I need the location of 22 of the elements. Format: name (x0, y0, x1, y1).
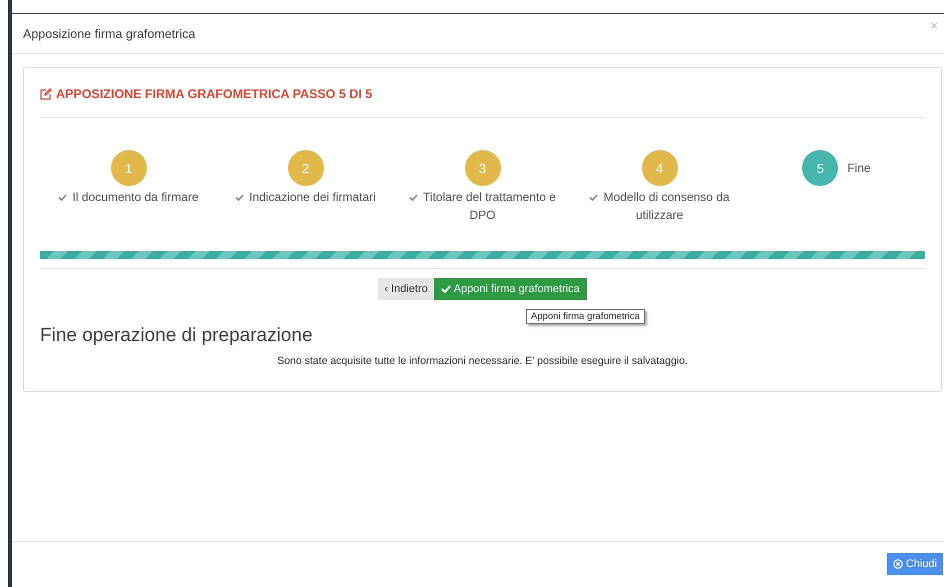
step-label: Indicazione dei firmatari (235, 188, 376, 206)
wizard-heading: APPOSIZIONE FIRMA GRAFOMETRICA PASSO 5 DI 5 (56, 86, 372, 100)
dialog-title: Apposizione firma grafometrica (23, 26, 196, 40)
step-number: 3 (464, 150, 500, 186)
back-button[interactable]: ‹ Indietro (378, 278, 434, 300)
step-label: Modello di consenso da utilizzare (586, 188, 734, 224)
check-icon (440, 285, 451, 293)
tooltip: Apponi firma grafometrica (526, 309, 645, 324)
step-label: Titolare del trattamento e DPO (408, 188, 556, 224)
section-title: Fine operazione di preparazione (40, 325, 314, 347)
close-dialog-button[interactable]: Chiudi (886, 552, 943, 574)
step-number: 4 (642, 150, 678, 186)
close-button[interactable]: × (930, 18, 938, 33)
step-label: Fine (847, 161, 871, 175)
step-number: 2 (288, 150, 324, 186)
step-number: 5 (802, 150, 838, 186)
info-message: Sono state acquisite tutte le informazioni necessarie. E' possibile eseguire il salvataggio. (276, 355, 689, 367)
close-circle-icon (892, 558, 903, 568)
step-number: 1 (110, 150, 146, 186)
edit-icon (40, 88, 52, 100)
confirm-button[interactable]: Apponi firma grafometrica (434, 278, 587, 300)
step-label: Il documento da firmare (58, 188, 199, 206)
